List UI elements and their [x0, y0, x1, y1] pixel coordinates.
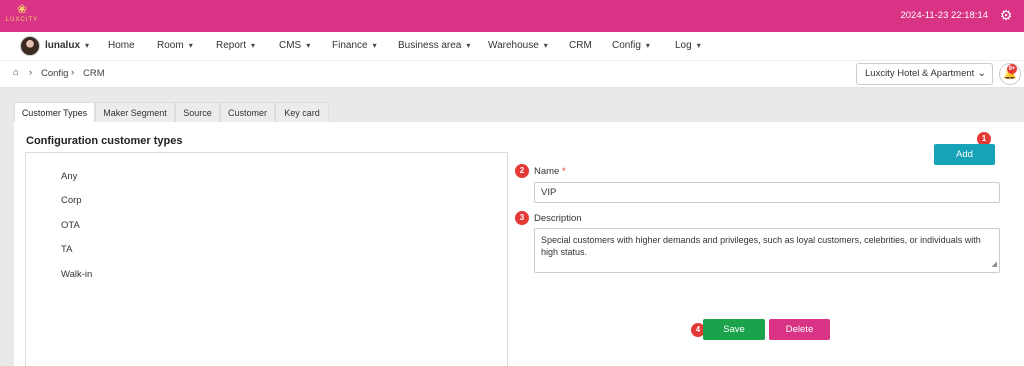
- nav-item-room[interactable]: Room ▾: [157, 32, 193, 60]
- tab-maker-segment[interactable]: Maker Segment: [95, 102, 175, 123]
- nav-label: Report: [216, 40, 247, 51]
- notification-badge: 9+: [1007, 64, 1017, 74]
- step-marker-3: 3: [515, 211, 529, 225]
- nav-label: Log: [675, 40, 692, 51]
- nav-item-cms[interactable]: CMS ▾: [279, 32, 310, 60]
- nav-item-crm[interactable]: CRM: [569, 32, 592, 60]
- step-marker-2: 2: [515, 164, 529, 178]
- chevron-down-icon: ▾: [645, 41, 650, 50]
- chevron-right-icon: ›: [71, 67, 75, 78]
- chevron-right-icon: ›: [29, 67, 33, 78]
- list-item[interactable]: OTA: [61, 220, 80, 231]
- chevron-down-icon: ▾: [466, 41, 471, 50]
- tab-customer[interactable]: Customer: [220, 102, 275, 123]
- user-name: lunalux: [45, 40, 81, 51]
- chevron-down-icon: ▾: [306, 41, 311, 50]
- home-icon[interactable]: ⌂: [13, 67, 19, 79]
- resize-handle-icon[interactable]: ◢: [992, 259, 997, 271]
- nav-item-business-area[interactable]: Business area ▾: [398, 32, 470, 60]
- chevron-down-icon: ▾: [372, 41, 377, 50]
- list-item[interactable]: Corp: [61, 195, 82, 206]
- user-menu[interactable]: lunalux ▾: [45, 32, 89, 60]
- brand-logo[interactable]: ❀ LUXCITY: [4, 3, 40, 29]
- breadcrumb-config[interactable]: Config: [41, 68, 68, 80]
- customer-type-list: [25, 152, 508, 366]
- delete-button[interactable]: Delete: [769, 319, 830, 340]
- logo-emblem-icon: ❀: [16, 2, 28, 16]
- nav-label: CMS: [279, 40, 302, 51]
- nav-label: Home: [108, 40, 135, 51]
- nav-label: Room: [157, 40, 184, 51]
- name-input[interactable]: VIP: [534, 182, 1000, 203]
- nav-item-config[interactable]: Config ▾: [612, 32, 650, 60]
- chevron-down-icon: ▾: [251, 41, 256, 50]
- nav-item-finance[interactable]: Finance ▾: [332, 32, 377, 60]
- nav-label: Business area: [398, 40, 462, 51]
- required-mark: *: [561, 166, 566, 177]
- nav-item-warehouse[interactable]: Warehouse ▾: [488, 32, 548, 60]
- description-label: Description: [534, 213, 582, 224]
- current-datetime: 2024-11-23 22:18:14: [900, 10, 988, 21]
- add-button[interactable]: Add: [934, 144, 995, 165]
- list-item[interactable]: Walk-in: [61, 269, 92, 280]
- chevron-down-icon: ▾: [85, 41, 90, 50]
- logo-text: LUXCITY: [5, 17, 39, 23]
- nav-label: Warehouse: [488, 40, 539, 51]
- list-item[interactable]: TA: [61, 244, 72, 255]
- description-textarea[interactable]: Special customers with higher demands an…: [534, 228, 1000, 273]
- list-item[interactable]: Any: [61, 171, 77, 182]
- name-label-text: Name: [534, 166, 560, 177]
- tab-source[interactable]: Source: [175, 102, 220, 123]
- chevron-down-icon: ▾: [696, 41, 701, 50]
- nav-item-report[interactable]: Report ▾: [216, 32, 255, 60]
- description-text: Special customers with higher demands an…: [541, 235, 981, 257]
- gear-icon[interactable]: ⚙: [998, 7, 1014, 23]
- chevron-down-icon: ⌄: [977, 68, 986, 79]
- breadcrumb-crm: CRM: [83, 68, 105, 79]
- chevron-down-icon: ▾: [188, 41, 193, 50]
- top-bar: ❀ LUXCITY 2024-11-23 22:18:14 ⚙: [0, 0, 1024, 32]
- nav-label: CRM: [569, 40, 592, 51]
- nav-item-log[interactable]: Log ▾: [675, 32, 701, 60]
- tab-customer-types[interactable]: Customer Types: [14, 102, 95, 123]
- hotel-select[interactable]: Luxcity Hotel & Apartment ⌄: [856, 63, 993, 85]
- chevron-down-icon: ▾: [543, 41, 548, 50]
- avatar[interactable]: [20, 36, 40, 56]
- name-label: Name *: [534, 166, 566, 177]
- hotel-select-value: Luxcity Hotel & Apartment: [865, 68, 975, 79]
- nav-item-home[interactable]: Home: [108, 32, 135, 60]
- nav-label: Finance: [332, 40, 368, 51]
- section-title: Configuration customer types: [26, 135, 183, 147]
- tab-key-card[interactable]: Key card: [275, 102, 329, 123]
- nav-label: Config: [612, 40, 641, 51]
- save-button[interactable]: Save: [703, 319, 765, 340]
